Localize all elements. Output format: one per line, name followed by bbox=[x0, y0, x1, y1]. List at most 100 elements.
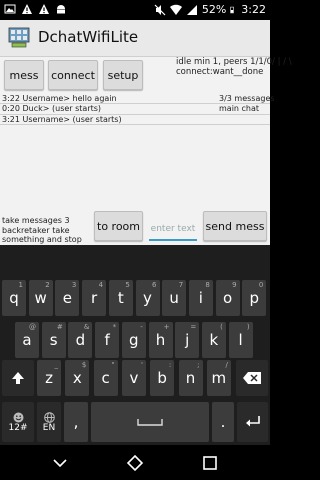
key-label: w bbox=[34, 289, 47, 307]
globe-icon bbox=[43, 411, 55, 423]
navigation-bar bbox=[0, 445, 270, 480]
key-k[interactable]: (k bbox=[201, 322, 226, 358]
key-label: z bbox=[45, 369, 53, 387]
key-h[interactable]: + h bbox=[148, 322, 173, 358]
key-t[interactable]: 5t bbox=[108, 280, 133, 316]
key-e[interactable]: 3e bbox=[55, 280, 80, 316]
connect-status: connect:want__done bbox=[176, 67, 264, 77]
symbols-key-label: 12# bbox=[8, 422, 28, 433]
space-key[interactable] bbox=[91, 402, 209, 442]
key-hint: 2 bbox=[45, 281, 50, 289]
key-f[interactable]: * f bbox=[95, 322, 120, 358]
signal-icon bbox=[186, 4, 197, 15]
key-d[interactable]: & d bbox=[68, 322, 93, 358]
key-label: i bbox=[198, 289, 203, 307]
status-bar: 52% 3:22 bbox=[0, 0, 270, 20]
enter-key[interactable] bbox=[237, 402, 268, 442]
key-hint: # bbox=[56, 323, 63, 331]
wifi-icon bbox=[169, 4, 182, 15]
connect-button[interactable]: connect bbox=[48, 60, 98, 90]
send-mess-button[interactable]: send mess bbox=[203, 211, 267, 241]
key-w[interactable]: 2w bbox=[28, 280, 53, 316]
language-key[interactable]: EN bbox=[37, 402, 61, 442]
key-g[interactable]: -g bbox=[121, 322, 146, 358]
key-o[interactable]: 9o bbox=[215, 280, 240, 316]
shift-key[interactable] bbox=[2, 360, 34, 396]
message-item: 3:21 Username> (user starts) bbox=[2, 115, 122, 124]
key-label: t bbox=[117, 289, 124, 307]
image-notification-icon bbox=[4, 4, 16, 14]
key-x[interactable]: $ x bbox=[65, 360, 90, 396]
symbols-key[interactable]: 12# bbox=[2, 402, 34, 442]
key-r[interactable]: 4r bbox=[82, 280, 107, 316]
key-b[interactable]: :b bbox=[150, 360, 175, 396]
key-hint: " bbox=[111, 361, 115, 369]
comma-key[interactable]: , bbox=[64, 402, 88, 442]
mess-button[interactable]: mess bbox=[4, 60, 44, 90]
key-hint: 5 bbox=[125, 281, 130, 289]
recent-apps-icon[interactable] bbox=[200, 453, 220, 473]
key-hint: 4 bbox=[98, 281, 104, 289]
key-label: c bbox=[101, 369, 110, 387]
key-p[interactable]: 0p bbox=[242, 280, 267, 316]
app-logo-icon bbox=[8, 27, 30, 48]
key-label: u bbox=[169, 289, 179, 307]
to-room-button[interactable]: to room bbox=[94, 211, 143, 241]
enter-icon bbox=[245, 416, 260, 427]
android-icon bbox=[57, 5, 65, 14]
key-hint: - bbox=[140, 323, 143, 331]
key-label: j bbox=[185, 331, 190, 349]
key-hint: @ bbox=[29, 323, 36, 331]
key-s[interactable]: # s bbox=[41, 322, 66, 358]
key-l[interactable]: ) l bbox=[228, 322, 253, 358]
message-item: 0:20 Duck> (user starts) bbox=[2, 104, 102, 113]
key-m[interactable]: / m bbox=[206, 360, 231, 396]
backspace-key[interactable] bbox=[236, 360, 268, 396]
key-z[interactable]: _ z bbox=[37, 360, 61, 396]
key-hint: ; bbox=[197, 361, 200, 369]
info-line: backretaker take bbox=[2, 225, 70, 235]
key-hint: 3 bbox=[71, 281, 77, 289]
info-line: something and stop bbox=[2, 235, 82, 244]
key-y[interactable]: 6y bbox=[135, 280, 160, 316]
key-c[interactable]: " c bbox=[93, 360, 118, 396]
period-key[interactable]: . bbox=[212, 402, 234, 442]
key-v[interactable]: ' v bbox=[121, 360, 146, 396]
language-key-label: EN bbox=[42, 422, 56, 433]
home-icon[interactable] bbox=[125, 453, 145, 473]
key-hint: = bbox=[190, 323, 197, 331]
key-n[interactable]: ; n bbox=[178, 360, 203, 396]
key-label: o bbox=[223, 289, 233, 307]
key-a[interactable]: @ a bbox=[15, 322, 39, 358]
key-j[interactable]: = j bbox=[175, 322, 200, 358]
key-label: x bbox=[72, 369, 82, 387]
key-hint: 0 bbox=[258, 281, 264, 289]
key-hint: ) bbox=[246, 323, 250, 331]
peer-status: idle min 1, peers 1/1/0/ | / \ bbox=[176, 57, 292, 67]
on-screen-keyboard: 1q2w3e4r5t6y7u8i9o0p @ a # s & d * f - g + h = j(k) l … bbox=[0, 245, 270, 445]
key-hint: ' bbox=[140, 361, 143, 369]
mute-icon bbox=[154, 4, 166, 15]
key-i[interactable]: 8i bbox=[188, 280, 213, 316]
message-input[interactable]: enter text bbox=[149, 219, 197, 241]
key-label: s bbox=[49, 331, 58, 349]
key-hint: & bbox=[83, 323, 90, 331]
key-q[interactable]: 1q bbox=[2, 280, 26, 316]
key-hint: _ bbox=[54, 361, 59, 369]
key-hint: / bbox=[225, 361, 228, 369]
key-label: h bbox=[155, 331, 166, 349]
key-label: r bbox=[91, 289, 98, 307]
info-line: take messages 3 bbox=[2, 216, 70, 225]
key-u[interactable]: 7u bbox=[162, 280, 187, 316]
divider bbox=[0, 124, 270, 125]
setup-button[interactable]: setup bbox=[103, 60, 143, 90]
key-hint: 9 bbox=[232, 281, 237, 289]
shift-arrow-icon bbox=[12, 372, 24, 384]
key-label: k bbox=[209, 331, 219, 349]
key-label: m bbox=[211, 369, 227, 387]
key-label: p bbox=[249, 289, 260, 307]
backspace-icon bbox=[243, 372, 261, 384]
key-label: l bbox=[238, 331, 243, 349]
back-icon[interactable] bbox=[50, 453, 70, 473]
key-hint: 8 bbox=[205, 281, 210, 289]
